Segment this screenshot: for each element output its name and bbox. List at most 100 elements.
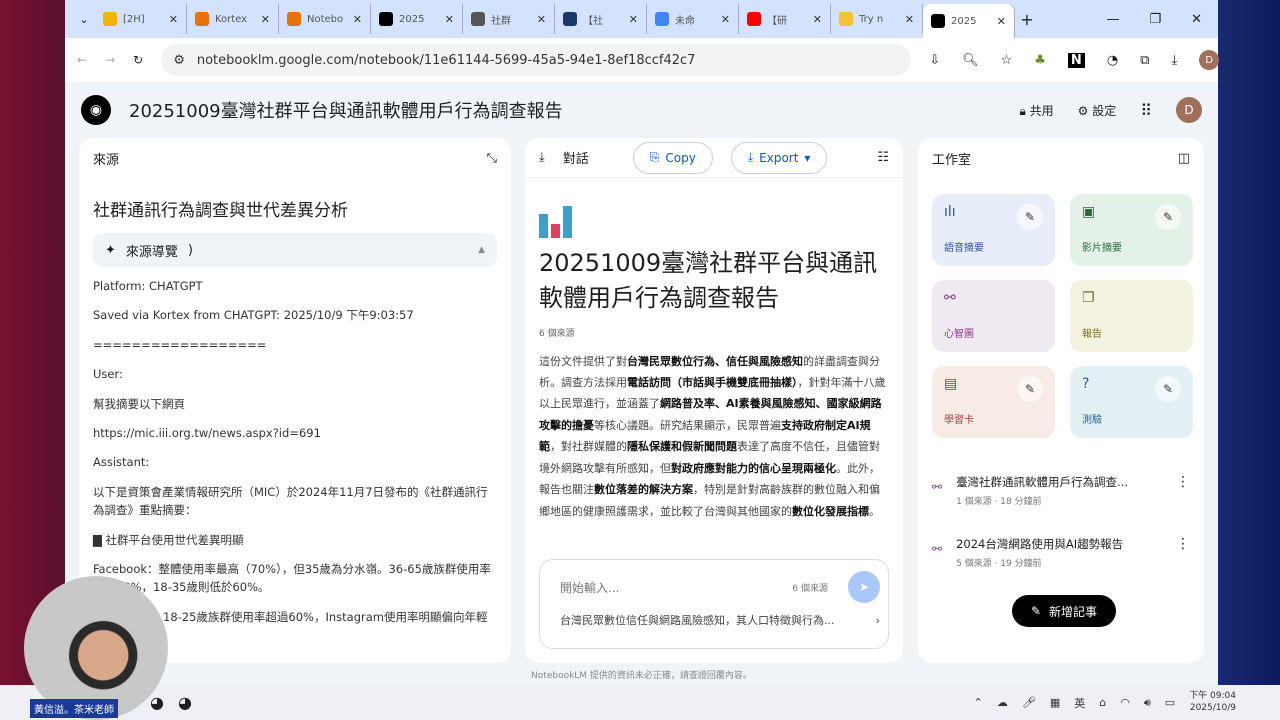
close-tab-icon[interactable]: ✕ — [721, 13, 730, 26]
studio-card[interactable]: ılı 語音摘要 ✎ — [932, 194, 1055, 266]
tray-app-icon[interactable]: ⌂ — [1099, 696, 1106, 709]
close-tab-icon[interactable]: ✕ — [629, 13, 638, 26]
studio-card[interactable]: ▣ 影片摘要 ✎ — [1070, 194, 1193, 266]
chevron-up-icon: ▲ — [478, 245, 485, 255]
new-tab-button[interactable]: + — [1015, 10, 1039, 29]
extension-icon[interactable]: ♣ — [1034, 53, 1046, 68]
profile-avatar[interactable]: D — [1199, 50, 1220, 70]
browser-tab[interactable]: 社群 ✕ — [463, 4, 555, 34]
tray-app-icon[interactable]: ☁ — [997, 696, 1008, 709]
studio-card-icon: ▣ — [1082, 204, 1096, 220]
studio-header: 工作室 — [932, 152, 972, 168]
bookmark-star-icon[interactable]: ☆ — [1001, 53, 1013, 68]
close-tab-icon[interactable]: ✕ — [261, 13, 270, 26]
ime-indicator[interactable]: 英 — [1074, 695, 1085, 711]
export-button[interactable]: ⤓ Export ▾ — [730, 141, 828, 174]
sparkle-icon: ✦ — [105, 242, 116, 258]
more-options-icon[interactable]: ⋮ — [1176, 474, 1190, 490]
extensions-puzzle-icon[interactable]: ⧉ — [1140, 53, 1149, 68]
volume-icon[interactable]: 🔊︎ — [1144, 696, 1151, 710]
install-app-icon[interactable]: ⇩ — [929, 53, 940, 68]
site-info-icon[interactable]: ⚙ — [173, 53, 185, 68]
notebook-title[interactable]: 20251009臺灣社群平台與通訊軟體用戶行為調查報告 — [129, 97, 563, 123]
cast-icon[interactable]: ◔ — [1107, 53, 1118, 68]
browser-tab[interactable]: 未命 ✕ — [647, 4, 739, 34]
browser-tab[interactable]: [2H] ✕ — [95, 4, 187, 34]
edit-pencil-icon[interactable]: ✎ — [1017, 376, 1043, 402]
close-tab-icon[interactable]: ✕ — [445, 13, 454, 26]
close-tab-icon[interactable]: ✕ — [813, 13, 822, 26]
notion-extension-icon[interactable]: N — [1067, 52, 1085, 68]
lock-icon: 🔒︎ — [1019, 103, 1026, 118]
back-button[interactable]: ← — [77, 53, 87, 67]
battery-icon[interactable]: ▭ — [1165, 696, 1175, 709]
collapse-panel-icon[interactable]: ⤡ — [487, 151, 497, 166]
note-item[interactable]: ⚯ 2024台灣網路使用與AI趨勢報告 5 個來源 · 19 分鐘前 ⋮ — [932, 536, 1190, 569]
minimize-button[interactable]: — — [1106, 12, 1119, 27]
source-line: Assistant: — [93, 455, 150, 470]
forward-button[interactable]: → — [105, 53, 115, 67]
studio-card[interactable]: ? 測驗 ✎ — [1070, 366, 1193, 438]
source-guide-toggle[interactable]: ✦ 來源導覽) ▲ — [93, 233, 497, 267]
studio-panel: 工作室 ◫ ılı 語音摘要 ✎ ▣ 影片摘要 ✎ ⚯ 心智圖 ❐ 報告 ▤ 學習卡 ✎? 測驗 ✎ ⚯ 臺灣社… — [918, 138, 1204, 663]
webcam-name-label: 黃信溢。茶米老師 — [30, 699, 118, 718]
summary-segment: 。 — [869, 504, 880, 518]
chevron-up-icon[interactable]: ⌃ — [974, 696, 983, 709]
browser-tab[interactable]: 2025 ✕ — [371, 4, 463, 34]
chevron-right-icon[interactable]: › — [876, 614, 880, 627]
close-tab-icon[interactable]: ✕ — [537, 13, 546, 26]
account-avatar[interactable]: D — [1176, 97, 1202, 123]
chat-input[interactable]: 開始輸入... — [560, 579, 792, 596]
sources-panel: 來源 ⤡ 社群通訊行為調查與世代差異分析 ✦ 來源導覽) ▲ Platform: CH… — [79, 138, 511, 663]
download-icon[interactable]: ⤓ — [539, 150, 545, 165]
settings-button[interactable]: ⚙ 設定 — [1078, 102, 1117, 119]
browser-tab[interactable]: 2025 ✕ — [923, 4, 1015, 38]
notebooklm-logo[interactable]: ◉ — [81, 95, 111, 125]
note-item[interactable]: ⚯ 臺灣社群通訊軟體用戶行為調查... 1 個來源 · 18 分鐘前 ⋮ — [932, 474, 1190, 507]
summary-segment: 等核心議題。研究結果顯示，民眾普遍 — [594, 418, 781, 432]
edit-pencil-icon[interactable]: ✎ — [1155, 376, 1181, 402]
chat-settings-icon[interactable]: ☷ — [877, 150, 889, 165]
close-tab-icon[interactable]: ✕ — [997, 15, 1006, 28]
suggested-question[interactable]: 台灣民眾數位信任與網路風險感知，其人口特徵與行為... › — [560, 612, 880, 628]
tray-app-icon[interactable]: ▦ — [1050, 696, 1060, 709]
edit-pencil-icon[interactable]: ✎ — [1155, 204, 1181, 230]
clock[interactable]: 下午 09:04 2025/10/9 — [1189, 691, 1236, 714]
browser-tab[interactable]: 【研 ✕ — [739, 4, 831, 34]
zoom-icon[interactable]: 🔍︎ — [962, 53, 979, 68]
sources-header: 來源 — [93, 152, 120, 168]
browser-tab[interactable]: 【社 ✕ — [555, 4, 647, 34]
close-tab-icon[interactable]: ✕ — [169, 13, 178, 26]
studio-card[interactable]: ❐ 報告 — [1070, 280, 1193, 352]
studio-card[interactable]: ⚯ 心智圖 — [932, 280, 1055, 352]
toggle-panel-icon[interactable]: ◫ — [1178, 151, 1190, 166]
studio-card[interactable]: ▤ 學習卡 ✎ — [932, 366, 1055, 438]
tab-search-button[interactable]: ⌄ — [73, 13, 95, 26]
chrome-profile-taskbar-icon[interactable]: ◕ — [178, 693, 192, 712]
send-button[interactable]: ➤ — [848, 571, 880, 603]
download-icon[interactable]: ⤓ — [1171, 53, 1177, 68]
edit-pencil-icon[interactable]: ✎ — [1017, 204, 1043, 230]
more-options-icon[interactable]: ⋮ — [1176, 536, 1190, 552]
share-button[interactable]: 🔒︎ 共用 — [1019, 102, 1053, 119]
chrome-taskbar-icon[interactable]: ◕ — [150, 693, 164, 712]
restore-button[interactable]: ❐ — [1149, 12, 1161, 27]
source-line[interactable]: https://mic.iii.org.tw/news.aspx?id=691 — [93, 424, 497, 442]
address-bar[interactable]: ⚙ notebooklm.google.com/notebook/11e61144… — [161, 44, 912, 76]
reload-button[interactable]: ↻ — [133, 53, 143, 67]
tab-favicon-icon — [563, 12, 577, 26]
close-tab-icon[interactable]: ✕ — [905, 13, 914, 26]
apps-grid-icon[interactable]: ⠿ — [1140, 101, 1152, 120]
mic-icon[interactable]: 🎤︎ — [1022, 696, 1036, 709]
browser-tab[interactable]: Try n ✕ — [831, 4, 923, 34]
tab-favicon-icon — [655, 12, 669, 26]
close-window-button[interactable]: ✕ — [1191, 12, 1202, 27]
browser-tab[interactable]: Kortex ✕ — [187, 4, 279, 34]
browser-tab[interactable]: Notebo ✕ — [279, 4, 371, 34]
tab-strip: ⌄ [2H] ✕ Kortex ✕ Notebo ✕ 2025 ✕ 社群 ✕ 【社 ✕ 未命 ✕ 【研 ✕ Tr… — [65, 0, 1218, 38]
wifi-icon[interactable]: ◠ — [1120, 696, 1130, 709]
menu-icon[interactable]: ⋮ — [1241, 53, 1254, 68]
new-note-button[interactable]: ✎ 新增記事 — [1012, 595, 1116, 627]
close-tab-icon[interactable]: ✕ — [353, 13, 362, 26]
copy-button[interactable]: ⎘ Copy — [632, 141, 713, 174]
